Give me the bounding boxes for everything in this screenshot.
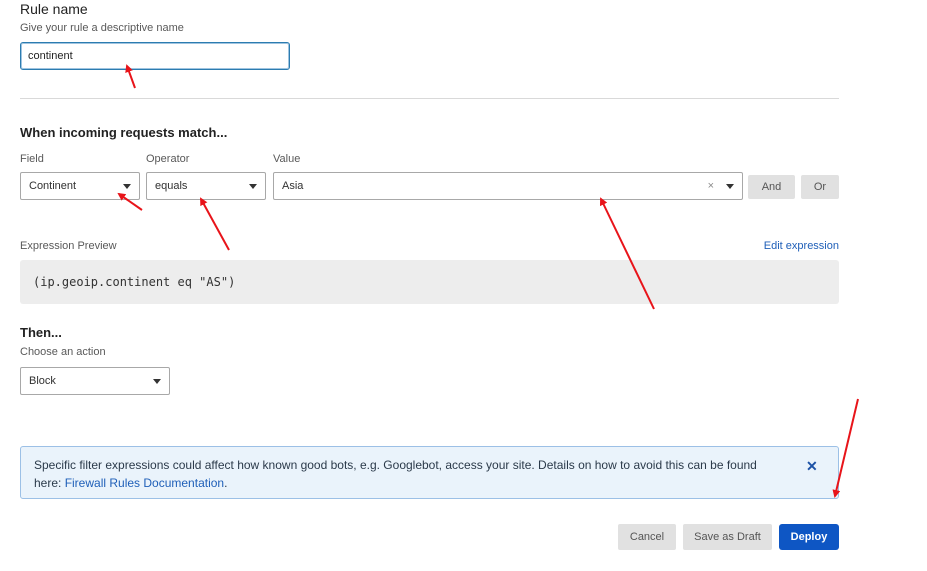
field-label: Field [20, 153, 44, 165]
and-button[interactable]: And [748, 175, 795, 199]
rule-name-subtitle: Give your rule a descriptive name [20, 22, 184, 34]
expression-preview-label: Expression Preview [20, 240, 117, 252]
close-icon[interactable]: ✕ [806, 458, 818, 475]
field-select[interactable]: Continent [20, 172, 140, 200]
rule-name-input[interactable] [20, 42, 290, 70]
operator-select-value: equals [155, 180, 188, 192]
edit-expression-link[interactable]: Edit expression [764, 240, 839, 252]
action-select[interactable]: Block [20, 367, 170, 395]
cancel-button[interactable]: Cancel [618, 524, 676, 550]
match-heading: When incoming requests match... [20, 125, 228, 140]
expression-preview-box: (ip.geoip.continent eq "AS") [20, 260, 839, 304]
then-heading: Then... [20, 325, 62, 340]
alert-tail: . [224, 476, 228, 490]
action-select-value: Block [29, 375, 56, 387]
field-select-value: Continent [29, 180, 77, 192]
chevron-down-icon [726, 183, 734, 189]
then-subtitle: Choose an action [20, 346, 106, 358]
annotation-arrow [200, 197, 230, 251]
chevron-down-icon [123, 183, 131, 189]
firewall-docs-link[interactable]: Firewall Rules Documentation [65, 476, 224, 490]
rule-name-title: Rule name [20, 1, 88, 17]
chevron-down-icon [249, 183, 257, 189]
operator-select[interactable]: equals [146, 172, 266, 200]
chevron-down-icon [153, 378, 161, 384]
value-select-value: Asia [282, 180, 304, 192]
info-alert: Specific filter expressions could affect… [20, 446, 839, 499]
expression-preview-text: (ip.geoip.continent eq "AS") [33, 275, 236, 289]
value-select[interactable]: Asia × [273, 172, 743, 200]
or-button[interactable]: Or [801, 175, 839, 199]
deploy-button[interactable]: Deploy [779, 524, 839, 550]
clear-icon[interactable]: × [708, 180, 714, 192]
value-label: Value [273, 153, 301, 165]
save-draft-button[interactable]: Save as Draft [683, 524, 772, 550]
section-divider [20, 98, 839, 99]
operator-label: Operator [146, 153, 190, 165]
